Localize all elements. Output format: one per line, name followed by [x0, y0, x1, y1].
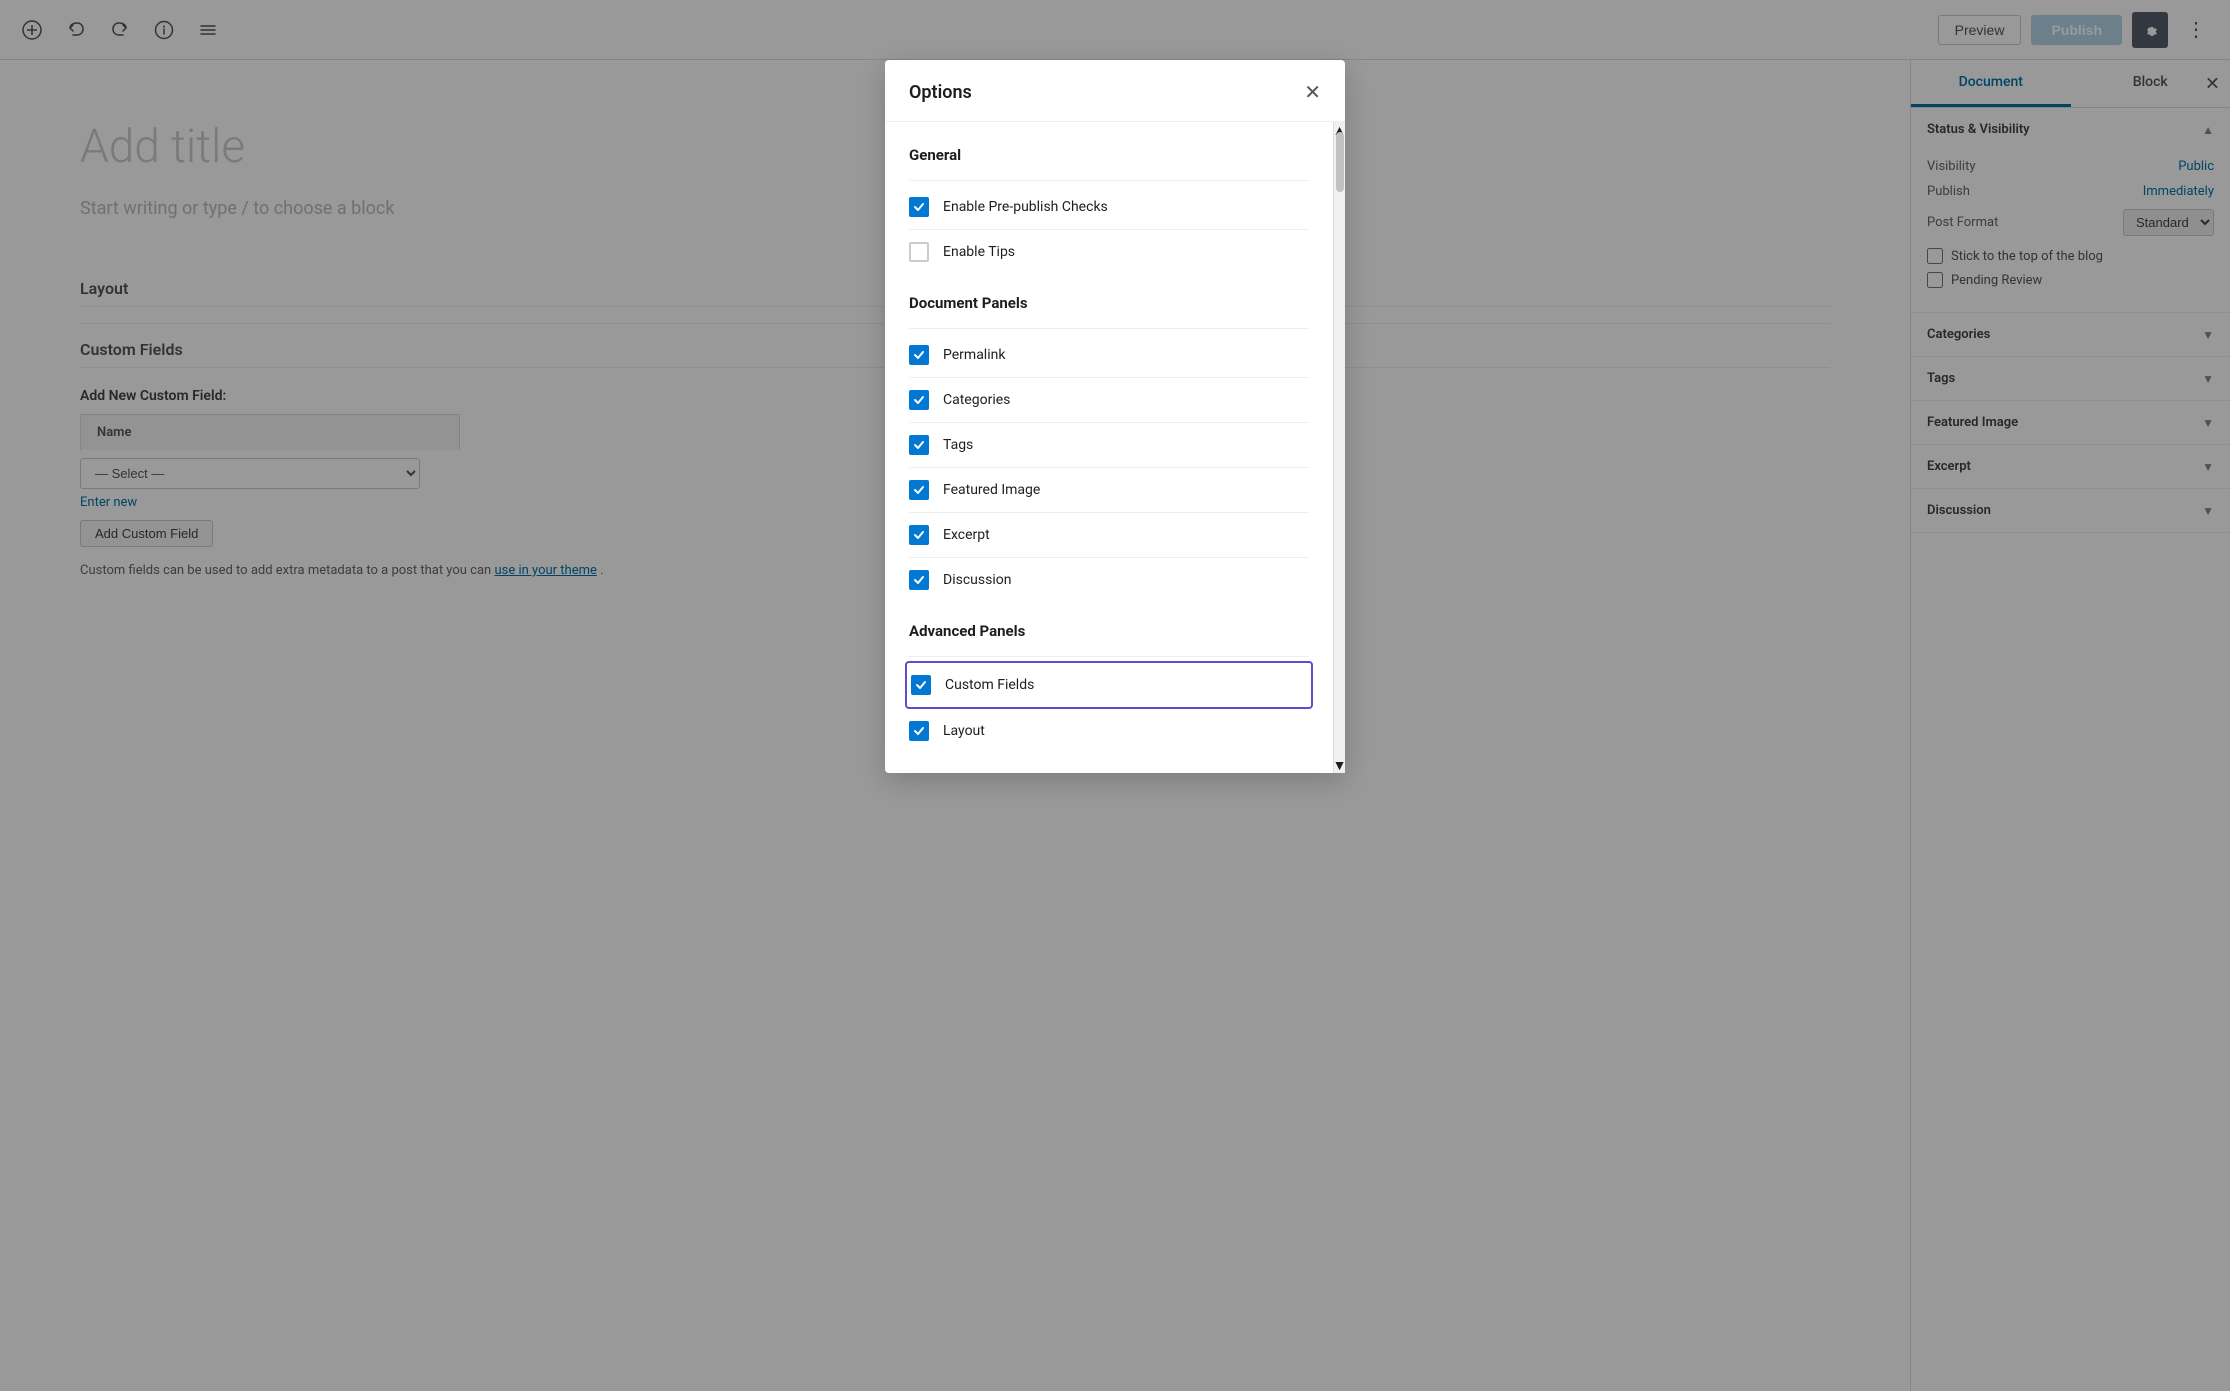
advanced-panels-section: Advanced Panels Custom Fields Layout — [909, 622, 1309, 753]
featured-image-checkbox[interactable] — [909, 480, 929, 500]
layout-checkbox[interactable] — [909, 721, 929, 741]
modal-item-layout: Layout — [909, 709, 1309, 753]
document-panels-divider — [909, 328, 1309, 329]
modal-item-discussion: Discussion — [909, 558, 1309, 602]
discussion-checkbox[interactable] — [909, 570, 929, 590]
general-section: General Enable Pre-publish Checks Enable… — [909, 146, 1309, 274]
modal-item-featured-image: Featured Image — [909, 468, 1309, 513]
modal-body: General Enable Pre-publish Checks Enable… — [885, 122, 1333, 773]
tags-label: Tags — [943, 437, 973, 453]
categories-checkbox[interactable] — [909, 390, 929, 410]
modal-item-permalink: Permalink — [909, 333, 1309, 378]
modal-close-button[interactable]: ✕ — [1304, 80, 1321, 105]
layout-label: Layout — [943, 723, 985, 739]
excerpt-checkbox[interactable] — [909, 525, 929, 545]
modal-item-custom-fields: Custom Fields — [905, 661, 1313, 709]
general-section-title: General — [909, 146, 1309, 164]
modal-item-tags: Tags — [909, 423, 1309, 468]
general-divider — [909, 180, 1309, 181]
document-panels-section: Document Panels Permalink Categories — [909, 294, 1309, 602]
scrollbar-thumb[interactable] — [1336, 132, 1344, 192]
discussion-label: Discussion — [943, 572, 1011, 588]
permalink-label: Permalink — [943, 347, 1005, 363]
modal-scrollbar-wrapper: General Enable Pre-publish Checks Enable… — [885, 122, 1345, 773]
permalink-checkbox[interactable] — [909, 345, 929, 365]
pre-publish-label: Enable Pre-publish Checks — [943, 199, 1108, 215]
modal-item-tips: Enable Tips — [909, 230, 1309, 274]
categories-label: Categories — [943, 392, 1010, 408]
modal-overlay[interactable]: Options ✕ General Enable Pre-publish Che… — [0, 0, 2230, 1391]
advanced-panels-divider — [909, 656, 1309, 657]
modal-header: Options ✕ — [885, 60, 1345, 122]
tips-label: Enable Tips — [943, 244, 1015, 260]
tips-checkbox[interactable] — [909, 242, 929, 262]
modal-scrollbar[interactable]: ▲ ▼ — [1333, 122, 1345, 773]
scroll-down-arrow[interactable]: ▼ — [1334, 757, 1345, 773]
pre-publish-checkbox[interactable] — [909, 197, 929, 217]
advanced-panels-title: Advanced Panels — [909, 622, 1309, 640]
modal-title: Options — [909, 82, 972, 103]
modal-item-pre-publish: Enable Pre-publish Checks — [909, 185, 1309, 230]
featured-image-label: Featured Image — [943, 482, 1040, 498]
options-modal: Options ✕ General Enable Pre-publish Che… — [885, 60, 1345, 773]
modal-item-excerpt: Excerpt — [909, 513, 1309, 558]
custom-fields-label: Custom Fields — [945, 677, 1034, 693]
excerpt-label: Excerpt — [943, 527, 990, 543]
document-panels-title: Document Panels — [909, 294, 1309, 312]
tags-checkbox[interactable] — [909, 435, 929, 455]
custom-fields-checkbox[interactable] — [911, 675, 931, 695]
modal-item-categories: Categories — [909, 378, 1309, 423]
